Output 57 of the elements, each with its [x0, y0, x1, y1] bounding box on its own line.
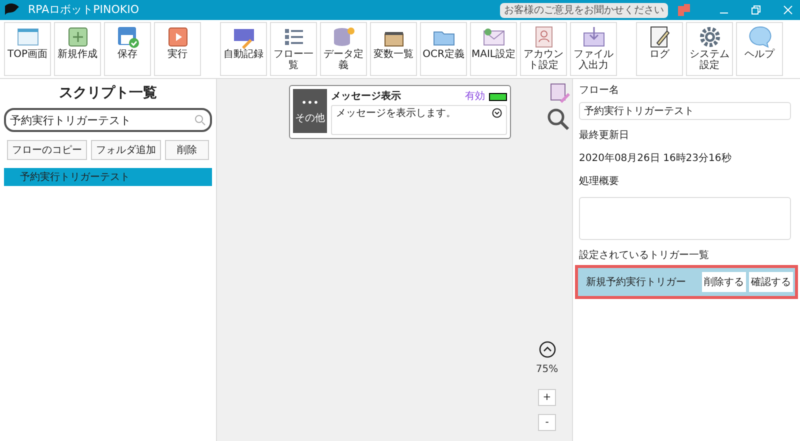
sidebar-button[interactable]: フローのコピー [7, 140, 87, 160]
note-pencil-icon[interactable] [548, 81, 570, 103]
chevron-down-icon[interactable] [492, 108, 502, 118]
notebook-pencil-icon [648, 25, 672, 49]
zoom-level: 75% [536, 363, 558, 377]
node-status: 有効 [465, 90, 485, 104]
zoom-in-button[interactable]: + [538, 389, 556, 406]
toolbar-button[interactable]: アカウント設定 [520, 22, 567, 76]
toolbar-button[interactable]: システム設定 [686, 22, 733, 76]
flow-node[interactable]: ••• その他 メッセージ表示 有効 メッセージを表示します。 [289, 85, 511, 139]
sidebar-button[interactable]: フォルダ追加 [91, 140, 161, 160]
speech-flag-icon [676, 2, 692, 18]
trigger-name: 新規予約実行トリガー [586, 276, 687, 290]
play-icon [166, 25, 190, 49]
flow-name-field[interactable]: 予約実行トリガーテスト [579, 102, 791, 120]
node-title: メッセージ表示 [331, 90, 401, 104]
help-bubble-icon [748, 25, 772, 49]
toolbar-button[interactable]: フロー一覧 [270, 22, 317, 76]
node-description: メッセージを表示します。 [336, 106, 457, 121]
triggers-label: 設定されているトリガー一覧 [579, 248, 710, 263]
summary-field[interactable] [579, 197, 791, 240]
sidebar-title: スクリプト一覧 [58, 84, 158, 103]
toolbar-button[interactable]: 新規作成 [54, 22, 101, 76]
toolbar-button[interactable]: MAIL設定 [470, 22, 517, 76]
sidebar-button[interactable]: 削除 [165, 140, 209, 160]
summary-label: 処理概要 [579, 174, 620, 189]
toolbar-button[interactable]: データ定義 [320, 22, 367, 76]
updated-date: 2020年08月26日 16時23分16秒 [579, 152, 732, 166]
script-item[interactable]: 予約実行トリガーテスト [4, 168, 212, 186]
download-tray-icon [582, 25, 606, 49]
toolbar-button[interactable]: 自動記録 [220, 22, 267, 76]
flow-name-label: フロー名 [579, 84, 620, 98]
plus-icon [66, 25, 90, 49]
search-field[interactable]: 予約実行トリガーテスト [4, 108, 212, 132]
node-category: その他 [295, 112, 325, 124]
logo-icon [4, 2, 20, 18]
toolbar-button[interactable]: 保存 [104, 22, 151, 76]
gear-icon [698, 25, 722, 49]
toolbar-button[interactable]: ファイル入出力 [570, 22, 617, 76]
ellipsis-text: ••• [301, 98, 319, 108]
zoom-out-button[interactable]: - [538, 414, 556, 431]
toolbar-button[interactable]: ヘルプ [736, 22, 783, 76]
trigger-button[interactable]: 削除する [702, 272, 746, 292]
search-icon[interactable] [546, 107, 570, 131]
toolbar-button[interactable]: 変数一覧 [370, 22, 417, 76]
trigger-button[interactable]: 確認する [749, 272, 793, 292]
feedback-link[interactable]: お客様のご意見をお聞かせください [500, 2, 668, 18]
database-icon [332, 25, 356, 49]
updated-label: 最終更新日 [579, 128, 630, 143]
toolbar-button[interactable]: ログ [636, 22, 683, 76]
toolbar-button[interactable]: OCR定義 [420, 22, 467, 76]
toolbar-button[interactable]: 実行 [154, 22, 201, 76]
trigger-row[interactable]: 新規予約実行トリガー 削除する 確認する [575, 265, 798, 299]
floppy-disk-icon [116, 25, 140, 49]
toolbar-button[interactable]: TOP画面 [4, 22, 51, 76]
chevron-up-icon[interactable] [538, 341, 556, 358]
window-title: RPAロボットPINOKIO [28, 2, 139, 18]
